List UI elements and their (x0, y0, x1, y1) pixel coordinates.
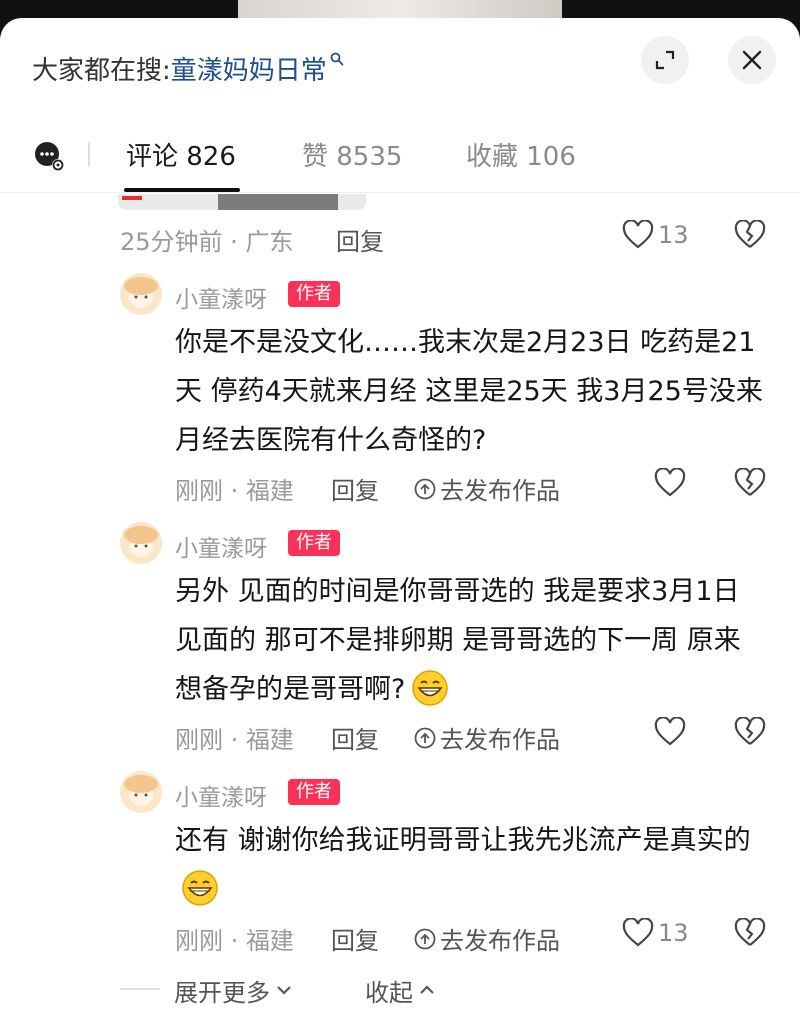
collapse-label: 收起 (365, 979, 413, 1007)
reply-button[interactable]: 回复 (331, 720, 379, 755)
tab-bar: 评论 826 赞 8535 收藏 106 (0, 128, 800, 192)
avatar[interactable] (120, 273, 162, 315)
comment-text: 另外 见面的时间是你哥哥选的 我是要求3月1日见面的 那可不是排卵期 是哥哥选的… (175, 567, 765, 714)
tab-favorites[interactable]: 收藏 106 (466, 136, 576, 173)
broken-heart-icon (734, 467, 766, 496)
comment-sheet: 大家都在搜: 童漾妈妈日常 评论 826 赞 8535 收藏 106 25分钟前… (0, 18, 800, 1035)
avatar[interactable] (120, 522, 162, 564)
search-suggestion[interactable]: 大家都在搜: 童漾妈妈日常 (32, 50, 344, 86)
comment-text: 还有 谢谢你给我证明哥哥让我先兆流产是真实的 (175, 816, 765, 914)
like-button[interactable] (654, 468, 686, 498)
like-count: 13 (658, 919, 689, 947)
heart-icon (654, 468, 686, 497)
emoji-settings-icon[interactable] (33, 140, 65, 172)
expand-more-button[interactable]: 展开更多 (174, 973, 292, 1008)
tab-comments[interactable]: 评论 826 (126, 136, 236, 173)
reply-button[interactable]: 回复 (336, 222, 384, 257)
author-name[interactable]: 小童漾呀 (175, 280, 267, 314)
like-button[interactable]: 13 (622, 918, 689, 948)
dislike-button[interactable] (734, 467, 766, 502)
collapse-button[interactable]: 收起 (365, 973, 435, 1008)
author-badge: 作者 (288, 779, 340, 805)
dislike-button[interactable] (734, 917, 766, 952)
chevron-down-icon (276, 980, 292, 1001)
author-name[interactable]: 小童漾呀 (175, 529, 267, 563)
publish-label: 去发布作品 (440, 726, 560, 754)
like-button[interactable]: 13 (622, 220, 689, 250)
broken-heart-icon (734, 917, 766, 946)
like-button[interactable] (654, 717, 686, 747)
publish-work-button[interactable]: 去发布作品 (414, 720, 560, 755)
heart-icon (622, 220, 654, 249)
close-icon (742, 50, 762, 70)
upload-circle-icon (414, 478, 436, 499)
dislike-button[interactable] (734, 716, 766, 751)
comment-text-content: 另外 见面的时间是你哥哥选的 我是要求3月1日见面的 那可不是排卵期 是哥哥选的… (175, 576, 741, 705)
broken-heart-icon (734, 716, 766, 745)
author-name[interactable]: 小童漾呀 (175, 778, 267, 812)
comment-text-content: 还有 谢谢你给我证明哥哥让我先兆流产是真实的 (175, 825, 751, 856)
expand-more-label: 展开更多 (174, 979, 270, 1007)
avatar[interactable] (120, 771, 162, 813)
search-prefix: 大家都在搜: (32, 55, 171, 86)
expand-icon (655, 50, 675, 70)
publish-label: 去发布作品 (440, 477, 560, 505)
chevron-up-icon (419, 980, 435, 1001)
grin-emoji-icon (412, 669, 449, 706)
search-link[interactable]: 童漾妈妈日常 (171, 50, 327, 87)
tab-separator (88, 142, 90, 166)
like-count: 13 (658, 221, 689, 249)
broken-heart-icon (734, 219, 766, 248)
upload-circle-icon (414, 727, 436, 748)
grin-emoji-icon (182, 869, 218, 906)
comment-image[interactable] (118, 194, 366, 210)
heart-icon (654, 717, 686, 746)
author-badge: 作者 (288, 281, 340, 307)
tab-likes[interactable]: 赞 8535 (302, 136, 402, 173)
publish-label: 去发布作品 (440, 927, 560, 955)
divider (120, 988, 160, 990)
publish-work-button[interactable]: 去发布作品 (414, 471, 560, 506)
author-badge: 作者 (288, 530, 340, 556)
reply-button[interactable]: 回复 (331, 921, 379, 956)
reply-button[interactable]: 回复 (331, 471, 379, 506)
publish-work-button[interactable]: 去发布作品 (414, 921, 560, 956)
heart-icon (622, 918, 654, 947)
divider (0, 192, 800, 193)
comment-meta: 刚刚 · 福建 (175, 726, 294, 754)
comment-meta: 刚刚 · 福建 (175, 477, 294, 505)
comment-text: 你是不是没文化……我末次是2月23日 吃药是21天 停药4天就来月经 这里是25… (175, 327, 763, 456)
comment-meta: 25分钟前 · 广东 (120, 228, 294, 256)
comment-meta: 刚刚 · 福建 (175, 927, 294, 955)
search-icon (330, 50, 344, 71)
close-button[interactable] (728, 36, 776, 84)
dislike-button[interactable] (734, 219, 766, 254)
upload-circle-icon (414, 928, 436, 949)
expand-button[interactable] (641, 36, 689, 84)
